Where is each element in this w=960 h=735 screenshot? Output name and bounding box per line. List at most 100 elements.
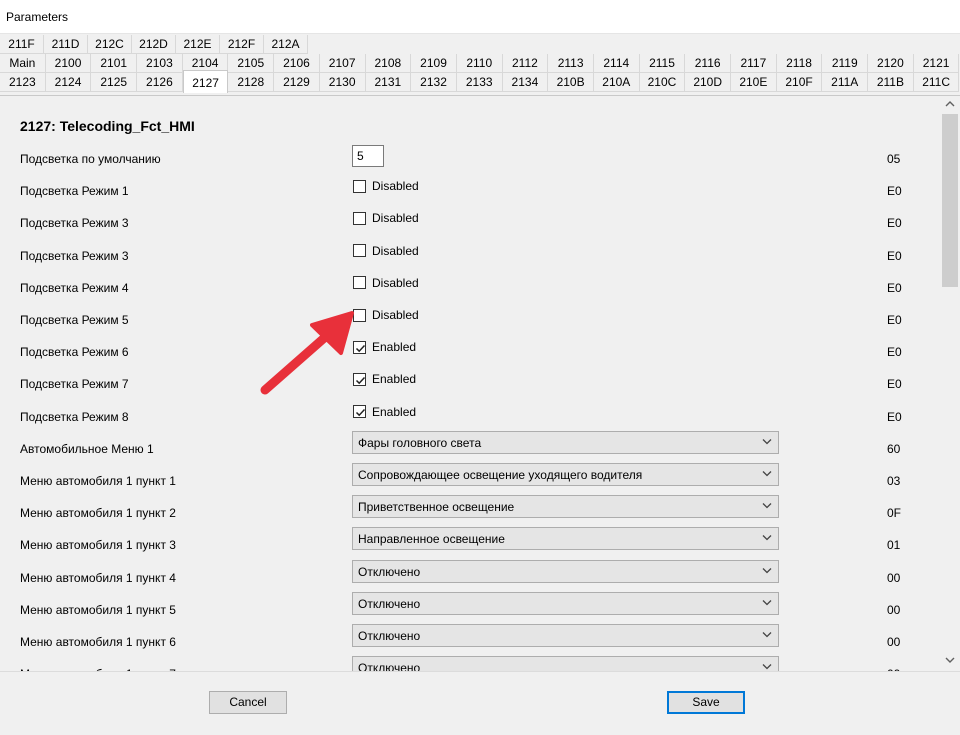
tab-212e[interactable]: 212E	[176, 35, 220, 54]
enable-checkbox[interactable]: Disabled	[353, 178, 419, 194]
tab-main[interactable]: Main	[0, 54, 46, 73]
option-dropdown[interactable]: Направленное освещение	[352, 527, 779, 551]
dropdown-value: Отключено	[358, 629, 421, 643]
tab-210d[interactable]: 210D	[685, 73, 731, 92]
tab-2106[interactable]: 2106	[274, 54, 320, 73]
chevron-down-icon	[762, 503, 772, 509]
tab-2110[interactable]: 2110	[456, 54, 503, 73]
enable-checkbox[interactable]: Enabled	[353, 371, 416, 387]
tab-210e[interactable]: 210E	[731, 73, 777, 92]
tab-2131[interactable]: 2131	[365, 73, 412, 92]
tab-210a[interactable]: 210A	[593, 73, 640, 92]
tab-2118[interactable]: 2118	[776, 54, 823, 73]
option-dropdown[interactable]: Фары головного света	[352, 430, 779, 454]
hex-value: E0	[887, 313, 902, 327]
tab-2124[interactable]: 2124	[45, 73, 92, 92]
tab-210b[interactable]: 210B	[548, 73, 594, 92]
chevron-down-icon	[762, 599, 772, 606]
parameter-label: Меню автомобиля 1 пункт 1	[20, 474, 176, 488]
tab-2123[interactable]: 2123	[0, 73, 46, 92]
tab-2117[interactable]: 2117	[731, 54, 777, 73]
tab-212d[interactable]: 212D	[132, 35, 176, 54]
checkbox-box[interactable]	[353, 244, 366, 258]
dropdown-value: Сопровождающее освещение уходящего водит…	[358, 468, 643, 482]
parameter-label: Подсветка Режим 8	[20, 409, 129, 424]
enable-checkbox[interactable]: Disabled	[353, 275, 419, 291]
hex-value: 0F	[887, 506, 902, 521]
dropdown-value: Направленное освещение	[358, 532, 505, 547]
tab-210f[interactable]: 210F	[776, 73, 823, 92]
hex-value: E0	[887, 345, 902, 360]
tab-row-1: 211F 211D 212C 212D 212E 212F 212A	[0, 35, 960, 54]
tab-211c[interactable]: 211C	[913, 73, 960, 92]
checkbox-box[interactable]	[353, 179, 366, 193]
tab-210c[interactable]: 210C	[639, 73, 686, 92]
tab-2134[interactable]: 2134	[502, 73, 549, 92]
checkbox-box[interactable]	[353, 340, 366, 354]
parameter-label: Подсветка Режим 3	[20, 216, 129, 231]
option-dropdown[interactable]: Отключено	[352, 559, 779, 583]
tab-2128[interactable]: 2128	[228, 73, 275, 92]
option-dropdown[interactable]: Отключено	[352, 624, 779, 647]
enable-checkbox[interactable]: Enabled	[353, 339, 416, 355]
tab-2127[interactable]: 2127	[182, 70, 229, 93]
tab-2133[interactable]: 2133	[456, 73, 503, 92]
tab-2130[interactable]: 2130	[319, 73, 366, 92]
option-dropdown[interactable]: Отключено	[352, 656, 779, 671]
tab-2108[interactable]: 2108	[365, 54, 412, 73]
checkbox-box[interactable]	[353, 308, 366, 322]
tab-2120[interactable]: 2120	[868, 54, 914, 73]
tab-2103[interactable]: 2103	[137, 54, 183, 73]
checkbox-box[interactable]	[353, 211, 366, 225]
tab-2115[interactable]: 2115	[639, 54, 686, 73]
tab-2119[interactable]: 2119	[822, 54, 869, 73]
scroll-down-icon[interactable]	[944, 656, 956, 664]
cancel-button[interactable]: Cancel	[209, 691, 287, 714]
hex-value: E0	[887, 409, 902, 424]
tab-212f[interactable]: 212F	[220, 35, 264, 54]
tab-2132[interactable]: 2132	[411, 73, 457, 92]
save-button[interactable]: Save	[667, 691, 745, 714]
option-dropdown[interactable]: Приветственное освещение	[352, 495, 779, 519]
tab-2100[interactable]: 2100	[45, 54, 92, 73]
tab-2114[interactable]: 2114	[593, 54, 640, 73]
option-dropdown[interactable]: Сопровождающее освещение уходящего водит…	[352, 463, 779, 486]
hex-value: 60	[887, 441, 901, 456]
value-input[interactable]: 5	[352, 145, 384, 167]
tab-2129[interactable]: 2129	[274, 73, 320, 92]
tab-2121[interactable]: 2121	[913, 54, 960, 73]
parameter-label: Подсветка Режим 3	[20, 248, 129, 263]
tab-2116[interactable]: 2116	[685, 54, 731, 73]
tab-212c[interactable]: 212C	[88, 35, 132, 54]
enable-checkbox[interactable]: Enabled	[353, 404, 416, 420]
hex-value: E0	[887, 216, 902, 231]
parameter-label: Подсветка Режим 1	[20, 184, 129, 199]
checkbox-box[interactable]	[353, 405, 366, 419]
tab-2109[interactable]: 2109	[411, 54, 457, 73]
tab-2107[interactable]: 2107	[319, 54, 366, 73]
tab-2112[interactable]: 2112	[502, 54, 549, 73]
parameter-label: Меню автомобиля 1 пункт 2	[20, 506, 176, 521]
tab-211d[interactable]: 211D	[44, 35, 88, 54]
tab-2126[interactable]: 2126	[137, 73, 183, 92]
checkbox-box[interactable]	[353, 372, 366, 386]
tab-211a[interactable]: 211A	[822, 73, 869, 92]
tab-2101[interactable]: 2101	[91, 54, 138, 73]
tab-212a[interactable]: 212A	[264, 35, 308, 54]
tab-211f[interactable]: 211F	[0, 35, 44, 54]
checkbox-label: Enabled	[372, 372, 417, 387]
option-dropdown[interactable]: Отключено	[352, 591, 779, 615]
checkbox-box[interactable]	[353, 276, 366, 290]
enable-checkbox[interactable]: Disabled	[353, 307, 419, 323]
vertical-scrollbar[interactable]	[940, 96, 960, 671]
enable-checkbox[interactable]: Disabled	[353, 243, 419, 259]
tab-211b[interactable]: 211B	[868, 73, 914, 92]
tab-2125[interactable]: 2125	[91, 73, 138, 92]
tab-2113[interactable]: 2113	[548, 54, 594, 73]
scroll-thumb[interactable]	[942, 114, 958, 287]
parameter-label: Подсветка Режим 5	[20, 313, 129, 327]
scroll-up-icon[interactable]	[944, 100, 956, 108]
enable-checkbox[interactable]: Disabled	[353, 210, 419, 226]
hex-value: E0	[887, 248, 902, 263]
tab-2105[interactable]: 2105	[228, 54, 275, 73]
